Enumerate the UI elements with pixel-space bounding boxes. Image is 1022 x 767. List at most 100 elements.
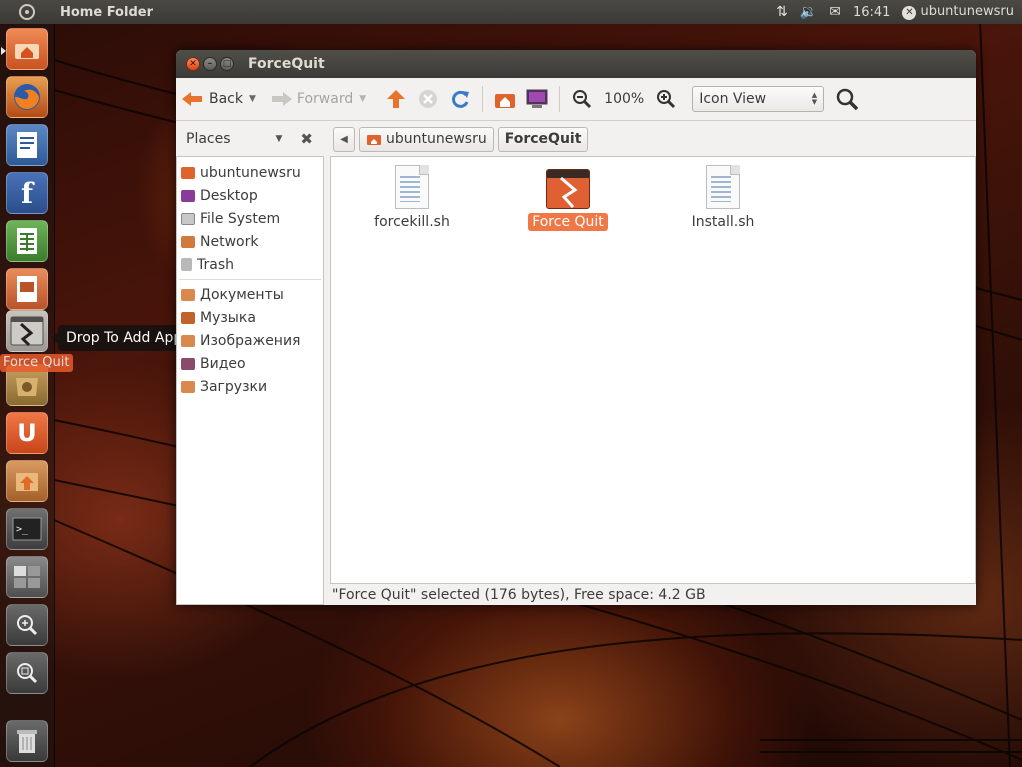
minimize-window-button[interactable]: – xyxy=(203,57,217,71)
sidebar-item-network[interactable]: Network xyxy=(177,230,323,253)
toolbar-separator xyxy=(482,86,484,112)
firefox-icon xyxy=(14,84,40,110)
stop-button[interactable] xyxy=(415,86,441,112)
breadcrumb-label: ubuntunewsru xyxy=(386,131,487,147)
close-window-button[interactable]: ✕ xyxy=(186,57,200,71)
breadcrumb: ◀ ubuntunewsru ForceQuit xyxy=(333,126,589,152)
zoom-in-button[interactable] xyxy=(653,86,679,112)
forward-label: Forward xyxy=(296,91,354,107)
running-indicator xyxy=(1,47,6,55)
launcher-drop-target[interactable] xyxy=(6,310,48,352)
session-menu[interactable]: ✕ ubuntunewsru xyxy=(902,4,1014,20)
computer-button[interactable] xyxy=(524,86,550,112)
home-folder-icon xyxy=(15,44,39,59)
network-arrows-icon[interactable]: ⇅ xyxy=(776,4,788,20)
launcher-home-folder[interactable] xyxy=(1,28,48,70)
sidebar-header: Places ▼ ✖ xyxy=(176,130,321,148)
window-title: ForceQuit xyxy=(248,56,325,72)
launcher-workspace-switcher[interactable] xyxy=(6,556,48,598)
trash-icon xyxy=(181,258,192,271)
sidebar-item-documents[interactable]: Документы xyxy=(177,283,323,306)
network-icon xyxy=(181,235,195,248)
reload-button[interactable] xyxy=(447,86,473,112)
files-lens-icon xyxy=(17,663,38,684)
status-bar: "Force Quit" selected (176 bytes), Free … xyxy=(332,586,706,603)
writer-document-icon xyxy=(17,132,37,158)
dash-button[interactable] xyxy=(0,0,54,24)
forward-history-dropdown[interactable]: ▼ xyxy=(359,94,366,104)
sidebar-item-label: File System xyxy=(200,210,281,227)
indicator-area: ⇅ 🔉 ✉ 16:41 ✕ ubuntunewsru xyxy=(776,0,1022,24)
launcher-calc[interactable] xyxy=(6,220,48,262)
toolbar-separator xyxy=(559,86,561,112)
stop-icon xyxy=(419,90,438,108)
sidebar-item-desktop[interactable]: Desktop xyxy=(177,184,323,207)
places-sidebar: ubuntunewsru Desktop File System Network… xyxy=(176,156,324,605)
sidebar-item-label: Документы xyxy=(200,286,284,303)
sidebar-item-label: Изображения xyxy=(200,332,301,349)
sidebar-type-dropdown[interactable]: ▼ xyxy=(276,134,283,144)
file-item[interactable]: Install.sh xyxy=(668,165,778,231)
launcher-files-lens[interactable] xyxy=(6,652,48,694)
launcher-firefox[interactable] xyxy=(6,76,48,118)
zoom-out-icon xyxy=(573,90,592,109)
launcher-terminal[interactable]: >_ xyxy=(6,508,48,550)
workspaces-icon xyxy=(14,566,40,588)
toolbar: Back ▼ Forward ▼ 100% Icon View ▲ ▼ xyxy=(176,78,976,121)
up-button[interactable] xyxy=(383,86,409,112)
forward-arrow-icon xyxy=(270,90,292,108)
panel-app-title: Home Folder xyxy=(60,4,153,20)
sidebar-item-downloads[interactable]: Загрузки xyxy=(177,375,323,398)
sidebar-item-pictures[interactable]: Изображения xyxy=(177,329,323,352)
launcher-impress[interactable] xyxy=(6,268,48,310)
clock[interactable]: 16:41 xyxy=(853,5,890,20)
sidebar-item-trash[interactable]: Trash xyxy=(177,253,323,276)
calc-spreadsheet-icon xyxy=(17,228,37,254)
drive-icon xyxy=(181,212,195,225)
breadcrumb-current[interactable]: ForceQuit xyxy=(497,126,589,152)
home-button[interactable] xyxy=(492,86,518,112)
window-titlebar[interactable]: ✕ – □ ForceQuit xyxy=(176,50,976,78)
maximize-window-button[interactable]: □ xyxy=(220,57,234,71)
drag-label: Force Quit xyxy=(0,354,73,372)
computer-icon xyxy=(526,89,548,108)
breadcrumb-left-arrow[interactable]: ◀ xyxy=(333,126,355,152)
session-user: ubuntunewsru xyxy=(920,4,1014,19)
launcher-ubuntu-one[interactable]: U xyxy=(6,412,48,454)
back-arrow-icon xyxy=(182,90,204,108)
search-button[interactable] xyxy=(834,86,860,112)
forward-button[interactable]: Forward xyxy=(270,90,353,108)
svg-text:>_: >_ xyxy=(16,524,29,535)
sidebar-item-file-system[interactable]: File System xyxy=(177,207,323,230)
file-item[interactable]: forcekill.sh xyxy=(357,165,467,231)
script-file-icon xyxy=(395,165,429,209)
file-item-selected[interactable]: Force Quit xyxy=(513,169,623,231)
downloads-folder-icon xyxy=(181,380,195,393)
launcher-trash[interactable] xyxy=(6,720,48,762)
zoom-in-icon xyxy=(657,90,676,109)
sidebar-divider xyxy=(179,279,321,280)
close-sidebar-icon[interactable]: ✖ xyxy=(300,130,313,148)
mail-envelope-icon[interactable]: ✉ xyxy=(829,4,841,20)
launcher-update-manager[interactable] xyxy=(6,460,48,502)
view-mode-select[interactable]: Icon View ▲ ▼ xyxy=(692,86,825,112)
sidebar-item-home[interactable]: ubuntunewsru xyxy=(177,161,323,184)
documents-folder-icon xyxy=(181,288,195,301)
file-manager-window: ✕ – □ ForceQuit Back ▼ Forward ▼ 100% Ic… xyxy=(176,50,976,605)
breadcrumb-home[interactable]: ubuntunewsru xyxy=(359,126,494,152)
launcher-applications-lens[interactable] xyxy=(6,604,48,646)
up-arrow-icon xyxy=(387,90,406,108)
force-quit-app-icon xyxy=(546,169,590,209)
back-button[interactable]: Back xyxy=(182,90,243,108)
zoom-out-button[interactable] xyxy=(569,86,595,112)
volume-icon[interactable]: 🔉 xyxy=(800,4,817,20)
back-history-dropdown[interactable]: ▼ xyxy=(249,94,256,104)
file-view[interactable]: forcekill.sh Force Quit Install.sh xyxy=(330,156,976,584)
launcher-facebook[interactable]: f xyxy=(6,172,48,214)
sidebar-item-music[interactable]: Музыка xyxy=(177,306,323,329)
launcher-writer[interactable] xyxy=(6,124,48,166)
view-mode-value: Icon View xyxy=(699,91,767,107)
trash-icon xyxy=(17,730,37,753)
impress-presentation-icon xyxy=(17,276,37,302)
sidebar-item-videos[interactable]: Видео xyxy=(177,352,323,375)
